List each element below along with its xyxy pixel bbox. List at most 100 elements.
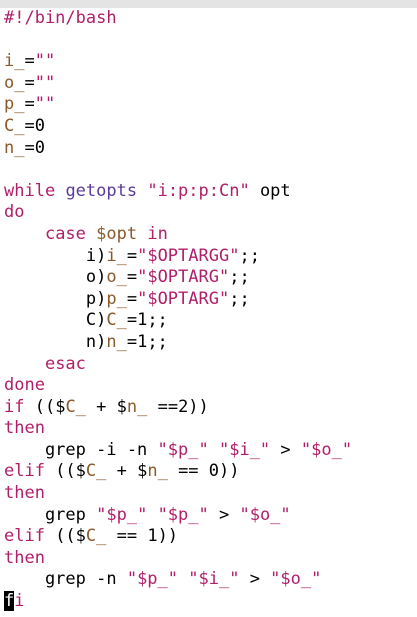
code-token: o_ [106,267,127,288]
code-token: i_ [4,51,25,72]
code-token: do [4,202,25,223]
code-line[interactable]: n_=0 [4,138,352,160]
code-line[interactable] [4,30,352,52]
code-token: p) [4,288,107,309]
code-token: > [239,569,271,590]
code-token: n_ [126,396,148,417]
code-line[interactable] [4,159,352,181]
code-token: $opt [96,223,138,244]
code-token: C_ [106,310,127,331]
window-top-bar [0,0,417,8]
code-token: esac [44,353,86,374]
code-line[interactable]: n)n_=1;; [4,332,352,354]
code-token: "$o_" [239,504,291,525]
code-line[interactable]: elif (($C_ + $n_ == 0)) [4,461,352,483]
code-token: i [14,591,25,612]
code-token: > [208,504,240,525]
code-token: ;; [229,288,250,309]
code-token: C_ [85,461,107,482]
code-token: elif [4,526,45,547]
code-token: then [4,547,45,568]
code-token: C_ [65,396,86,417]
code-token: n_ [4,137,25,158]
code-token: grep [4,504,97,525]
code-token: p_ [4,94,25,115]
code-token: if [4,396,25,417]
code-token: n) [4,331,107,352]
code-line[interactable]: i_="" [4,51,352,73]
code-token: "" [34,72,56,93]
code-line[interactable]: then [4,548,352,570]
code-token: n_ [147,461,168,482]
code-token: "$OPTARG" [137,267,230,288]
code-line[interactable]: esac [4,354,352,376]
code-token: "$o_" [270,569,322,590]
code-line[interactable]: elif (($C_ == 1)) [4,526,352,548]
code-token: then [4,418,45,439]
code-token: "$i_" [188,569,240,590]
code-line[interactable]: o_="" [4,73,352,95]
code-token: "$OPTARG" [137,288,230,309]
code-line[interactable]: do [4,202,352,224]
code-editor[interactable]: #!/bin/bash i_="" o_="" p_="" C_=0 n_=0 while … [4,8,352,613]
code-token: "$p_" [157,504,209,525]
code-token: (($ [44,526,86,547]
code-line[interactable]: then [4,418,352,440]
code-token: = [126,245,138,266]
code-token: ==2)) [147,396,209,417]
code-line[interactable]: if (($C_ + $n_ ==2)) [4,397,352,419]
code-token: case [44,223,86,244]
code-token: o) [4,267,107,288]
code-token: > [270,439,301,460]
code-line[interactable]: grep -i -n "$p_" "$i_" > "$o_" [4,440,352,462]
code-token: =1;; [126,331,168,352]
code-line[interactable]: C_=0 [4,116,352,138]
code-token: = [126,288,138,309]
code-token: then [4,483,45,504]
code-token: + $ [106,461,148,482]
code-token: = [24,94,35,115]
code-token: C) [4,310,107,331]
code-token: =0 [24,115,45,136]
code-token: getopts [65,180,138,201]
code-token: i_ [106,245,127,266]
code-line[interactable]: i)i_="$OPTARGG";; [4,246,352,268]
code-line[interactable]: p)p_="$OPTARG";; [4,289,352,311]
code-line[interactable]: done [4,375,352,397]
code-line[interactable]: while getopts "i:p:p:Cn" opt [4,181,352,203]
code-token: = [24,72,35,93]
code-token: == 0)) [167,461,240,482]
code-token: ;; [229,267,250,288]
code-line[interactable]: then [4,483,352,505]
code-line[interactable]: p_="" [4,94,352,116]
code-token: =0 [24,137,45,158]
text-cursor: f [4,591,15,612]
code-line[interactable]: o)o_="$OPTARG";; [4,267,352,289]
code-token: n_ [106,331,127,352]
code-line[interactable]: case $opt in [4,224,352,246]
code-token: + $ [85,396,127,417]
code-token: C_ [85,526,107,547]
code-token: = [126,267,138,288]
code-token: opt [249,180,291,201]
code-token: = [24,51,35,72]
code-token: grep -i -n [4,439,158,460]
code-token: "" [34,51,56,72]
code-line[interactable]: #!/bin/bash [4,8,352,30]
code-line[interactable]: C)C_=1;; [4,310,352,332]
code-line[interactable]: fi [4,591,352,613]
code-line[interactable]: grep "$p_" "$p_" > "$o_" [4,505,352,527]
code-token: o_ [4,72,25,93]
code-line[interactable]: grep -n "$p_" "$i_" > "$o_" [4,569,352,591]
code-token: ;; [239,245,260,266]
code-token: (($ [24,396,66,417]
code-token: "i:p:p:Cn" [147,180,250,201]
code-token: "$p_" [157,439,209,460]
